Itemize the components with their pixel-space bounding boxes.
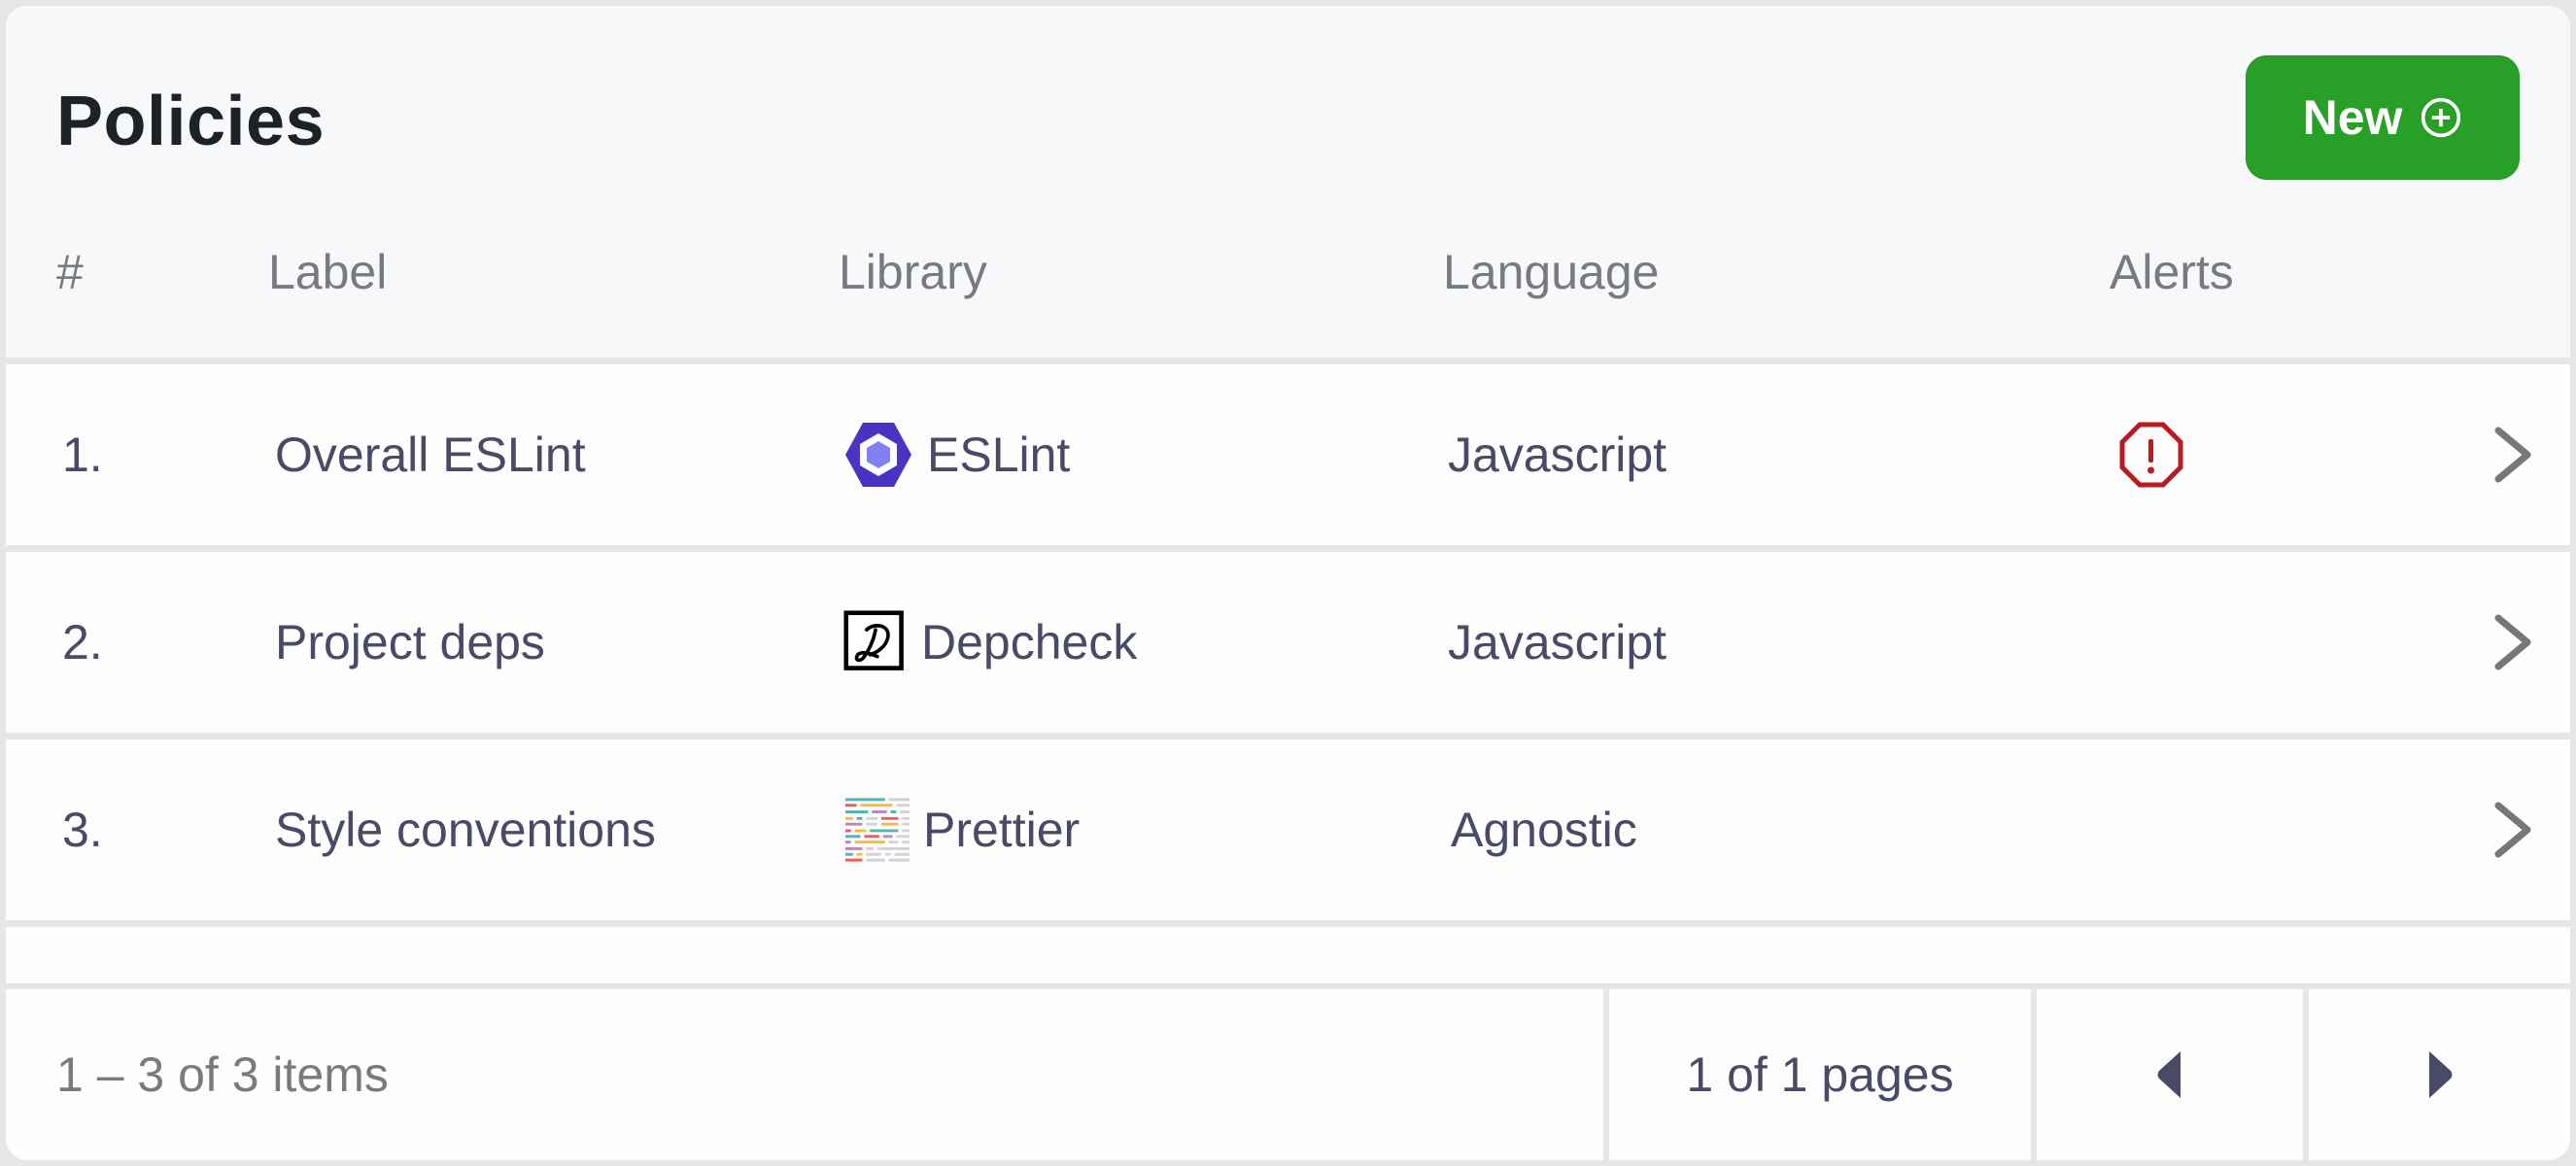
next-page-button[interactable] [2309, 989, 2570, 1160]
row-open[interactable] [2489, 364, 2539, 545]
new-button-label: New [2302, 90, 2403, 145]
row-open[interactable] [2489, 552, 2539, 733]
divider [6, 733, 2570, 739]
column-header-label: Label [268, 245, 388, 299]
row-label: Overall ESLint [275, 428, 586, 482]
chevron-right-icon [2494, 427, 2531, 483]
chevron-right-icon [2494, 802, 2531, 858]
column-header-library: Library [839, 245, 987, 299]
row-label: Project deps [275, 615, 545, 669]
row-alerts [2116, 364, 2186, 545]
row-open[interactable] [2489, 739, 2539, 920]
chevron-right-icon [2494, 614, 2531, 670]
pagination-bar: 1 – 3 of 3 items 1 of 1 pages [6, 989, 2570, 1160]
card-header: Policies New # Label Library Language Al… [6, 6, 2570, 358]
row-library: Prettier [843, 739, 1080, 920]
table-row[interactable]: 2. Project deps Depcheck Javascript [6, 552, 2570, 733]
column-header-alerts: Alerts [2110, 245, 2234, 299]
library-name: Depcheck [921, 615, 1138, 669]
empty-row [6, 927, 2570, 984]
library-name: Prettier [923, 803, 1081, 857]
row-index: 2. [62, 615, 103, 669]
column-header-language: Language [1443, 245, 1660, 299]
row-language: Javascript [1448, 615, 1667, 669]
divider [6, 920, 2570, 927]
library-name: ESLint [927, 428, 1071, 482]
octagon-alert-icon [2119, 422, 2183, 488]
prettier-logo-icon [844, 798, 910, 862]
divider [6, 545, 2570, 552]
table-row[interactable]: 1. Overall ESLint ESLint Javascript [6, 364, 2570, 545]
row-language: Agnostic [1451, 803, 1637, 857]
pages-summary: 1 of 1 pages [1686, 1047, 1954, 1102]
row-index: 3. [62, 803, 103, 857]
row-library: ESLint [843, 364, 1070, 545]
row-label: Style conventions [275, 803, 656, 857]
previous-page-button[interactable] [2037, 989, 2303, 1160]
eslint-logo-icon [845, 423, 911, 487]
page-title: Policies [56, 83, 326, 160]
new-policy-button[interactable]: New [2246, 55, 2520, 180]
row-index: 1. [62, 428, 103, 482]
items-summary: 1 – 3 of 3 items [56, 1047, 389, 1102]
row-language: Javascript [1448, 428, 1667, 482]
depcheck-logo-icon [843, 610, 904, 670]
divider [6, 358, 2570, 364]
plus-circle-icon [2421, 97, 2461, 138]
caret-left-icon [2157, 1051, 2181, 1098]
column-header-index: # [56, 245, 84, 299]
caret-right-icon [2428, 1051, 2452, 1098]
policies-card: Policies New # Label Library Language Al… [6, 6, 2570, 1160]
table-row[interactable]: 3. Style conventions Prettier Agnostic [6, 739, 2570, 920]
row-library: Depcheck [843, 552, 1137, 733]
